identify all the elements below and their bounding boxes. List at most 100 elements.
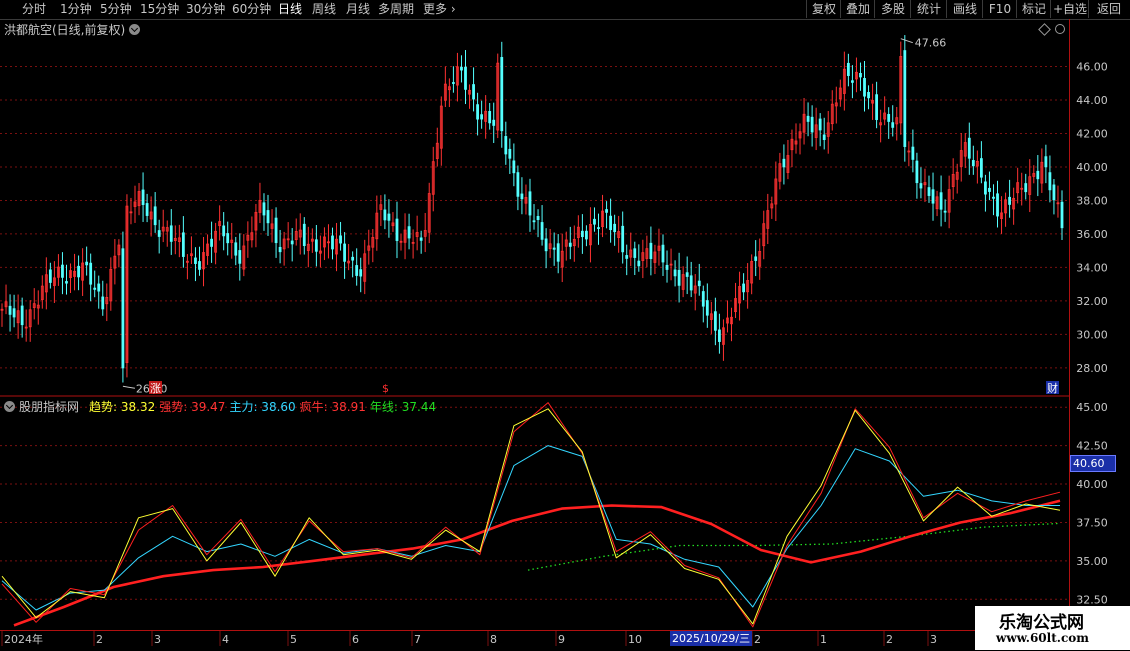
candle-body <box>347 260 351 264</box>
toolbar-button[interactable]: 返回 <box>1088 0 1129 18</box>
candle-body <box>310 238 314 242</box>
period-tab[interactable]: 更多 › <box>423 1 456 18</box>
indicator-tick-label: 42.50 <box>1076 440 1108 453</box>
candle-body <box>1032 173 1036 177</box>
candle-body <box>891 122 895 128</box>
price-tick-label: 42.00 <box>1076 127 1108 140</box>
candle-body <box>367 245 371 251</box>
candle-body <box>984 181 987 195</box>
candle-body <box>794 140 798 145</box>
candle-body <box>210 238 213 247</box>
period-tab[interactable]: 日线 <box>278 1 302 18</box>
stock-title-bar[interactable]: 洪都航空(日线,前复权) <box>4 21 141 38</box>
toolbar-button[interactable]: F10 <box>982 0 1017 18</box>
circle-icon[interactable] <box>1055 24 1065 34</box>
candle-body <box>439 105 443 149</box>
candle-body <box>1012 197 1016 210</box>
candle-body <box>911 146 915 160</box>
candle-body <box>149 211 153 220</box>
candle-body <box>1028 176 1032 195</box>
candle-body <box>226 233 230 244</box>
candle-body <box>177 237 181 242</box>
candle-body <box>343 243 346 262</box>
period-tab[interactable]: 月线 <box>346 1 370 18</box>
candle-body <box>1024 183 1028 193</box>
toolbar-button[interactable]: +自选 <box>1050 0 1089 18</box>
candle-body <box>879 122 883 126</box>
candle-body <box>601 210 604 228</box>
candle-body <box>863 78 866 97</box>
candle-body <box>810 116 814 133</box>
candle-body <box>500 57 504 132</box>
candle-body <box>669 263 673 266</box>
candle-body <box>141 189 145 205</box>
period-tab[interactable]: 周线 <box>312 1 336 18</box>
candle-body <box>12 308 16 318</box>
candle-body <box>625 255 629 259</box>
candle-body <box>395 218 399 241</box>
candle-body <box>1000 212 1003 219</box>
chevron-down-icon[interactable] <box>4 401 15 412</box>
toolbar-button[interactable]: 复权 <box>806 0 841 18</box>
candle-body <box>113 255 117 269</box>
candle-body <box>379 204 383 210</box>
candle-body <box>254 211 258 231</box>
candlestick-chart[interactable]: 46.00 44.00 42.00 40.00 38.00 36.00 34.00 32.00… <box>0 0 1130 650</box>
candle-body <box>375 212 379 240</box>
candle-body <box>979 158 983 178</box>
candle-body <box>93 287 97 290</box>
candle-body <box>181 232 185 257</box>
candle-body <box>335 238 338 255</box>
candle-body <box>327 241 330 244</box>
high-price-label: 47.66 <box>915 37 947 50</box>
candle-body <box>294 231 298 241</box>
candle-body <box>726 317 729 324</box>
candle-body <box>20 305 24 326</box>
diamond-icon[interactable] <box>1038 23 1051 36</box>
cursor-value-label: 40.60 <box>1070 455 1116 472</box>
candle-body <box>802 113 806 133</box>
candle-body <box>637 260 641 267</box>
candle-body <box>826 122 830 137</box>
chevron-down-icon[interactable] <box>129 24 141 35</box>
toolbar-button[interactable]: 叠加 <box>840 0 875 18</box>
toolbar-button[interactable]: 统计 <box>910 0 947 18</box>
candle-body <box>1020 187 1024 190</box>
period-tab[interactable]: 60分钟 <box>232 1 271 18</box>
candle-body <box>282 238 286 250</box>
candle-body <box>544 238 548 252</box>
candle-body <box>302 223 306 246</box>
candle-body <box>649 242 653 259</box>
period-tab[interactable]: 30分钟 <box>186 1 225 18</box>
period-tab[interactable]: 5分钟 <box>100 1 132 18</box>
candle-body <box>851 80 854 83</box>
candle-body <box>895 117 899 125</box>
candle-body <box>951 174 955 187</box>
candle-body <box>484 110 488 122</box>
toolbar-button[interactable]: 多股 <box>874 0 911 18</box>
price-tick-label: 44.00 <box>1076 94 1108 107</box>
candle-body <box>472 84 475 100</box>
toolbar-button[interactable]: 画线 <box>946 0 983 18</box>
event-marker-bg <box>149 381 162 394</box>
toolbar-button[interactable]: 标记 <box>1016 0 1051 18</box>
indicator-tick-label: 40.00 <box>1076 478 1108 491</box>
price-tick-label: 32.00 <box>1076 295 1108 308</box>
indicator-tick-label: 37.50 <box>1076 516 1108 529</box>
candle-body <box>734 298 737 313</box>
period-tab[interactable]: 15分钟 <box>140 1 179 18</box>
candle-body <box>935 196 939 210</box>
candle-body <box>431 161 435 195</box>
indicator-tick-label: 45.00 <box>1076 401 1108 414</box>
indicator-value: 年线: 37.44 <box>369 400 437 414</box>
candle-body <box>351 256 355 261</box>
candle-body <box>290 240 294 245</box>
date-axis <box>0 630 980 651</box>
period-tab[interactable]: 多周期 <box>378 1 414 18</box>
period-tab[interactable]: 分时 <box>22 1 46 18</box>
candle-body <box>919 183 923 189</box>
candle-body <box>274 217 278 244</box>
period-tab[interactable]: 1分钟 <box>60 1 92 18</box>
candle-body <box>963 142 967 157</box>
candle-body <box>617 231 621 238</box>
